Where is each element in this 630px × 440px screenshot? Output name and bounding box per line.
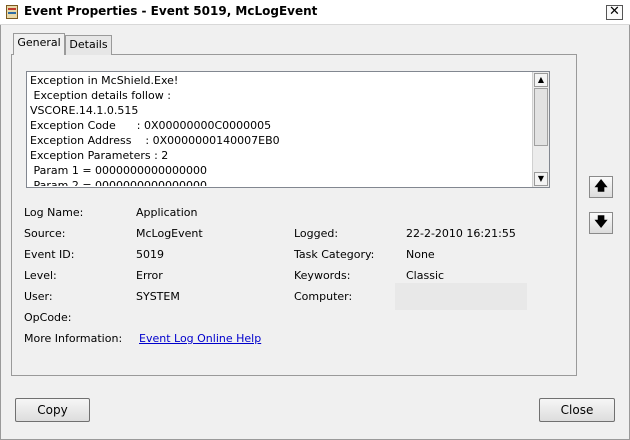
tab-details[interactable]: Details [65, 35, 112, 55]
source-label: Source: [24, 227, 66, 240]
opcode-label: OpCode: [24, 311, 72, 324]
description-line: Param 1 = 0000000000000000 [30, 164, 208, 177]
description-line: Exception details follow : [30, 89, 171, 102]
event-description-text: Exception in McShield.Exe! Exception det… [30, 73, 530, 186]
event-viewer-icon [6, 5, 18, 19]
event-id-label: Event ID: [24, 248, 75, 261]
level-value: Error [136, 269, 163, 282]
computer-label: Computer: [294, 290, 353, 303]
copy-button[interactable]: Copy [15, 398, 90, 422]
event-log-online-help-link[interactable]: Event Log Online Help [139, 332, 261, 345]
description-line: VSCORE.14.1.0.515 [30, 104, 139, 117]
description-line: Exception Address : 0X0000000140007EB0 [30, 134, 280, 147]
close-button[interactable]: Close [539, 398, 615, 422]
description-scrollbar[interactable]: ▲ ▼ [532, 72, 549, 187]
scroll-down-arrow-icon[interactable]: ▼ [534, 172, 548, 186]
user-label: User: [24, 290, 53, 303]
close-window-button[interactable]: ✕ [606, 5, 623, 20]
scrollbar-thumb[interactable] [534, 88, 548, 146]
description-line: Param 2 = 0000000000000000 [30, 179, 208, 186]
keywords-label: Keywords: [294, 269, 351, 282]
logged-value: 22-2-2010 16:21:55 [406, 227, 516, 240]
task-category-value: None [406, 248, 435, 261]
keywords-value: Classic [406, 269, 445, 282]
more-information-label: More Information: [24, 332, 123, 345]
next-event-button[interactable]: 🡇 [589, 212, 613, 234]
description-line: Exception Code : 0X00000000C0000005 [30, 119, 272, 132]
event-description-textbox[interactable]: Exception in McShield.Exe! Exception det… [26, 71, 550, 188]
level-label: Level: [24, 269, 57, 282]
description-line: Exception Parameters : 2 [30, 149, 169, 162]
title-bar[interactable]: Event Properties - Event 5019, McLogEven… [0, 0, 630, 25]
logged-label: Logged: [294, 227, 339, 240]
source-value: McLogEvent [136, 227, 203, 240]
tab-general[interactable]: General [13, 33, 65, 55]
log-name-label: Log Name: [24, 206, 84, 219]
window-title: Event Properties - Event 5019, McLogEven… [24, 4, 318, 18]
user-value: SYSTEM [136, 290, 180, 303]
log-name-value: Application [136, 206, 198, 219]
arrow-up-icon: 🡅 [594, 179, 608, 194]
event-id-value: 5019 [136, 248, 164, 261]
previous-event-button[interactable]: 🡅 [589, 176, 613, 198]
arrow-down-icon: 🡇 [594, 215, 608, 230]
computer-value-redacted [395, 283, 527, 310]
description-line: Exception in McShield.Exe! [30, 74, 179, 87]
task-category-label: Task Category: [294, 248, 375, 261]
scroll-up-arrow-icon[interactable]: ▲ [534, 73, 548, 87]
